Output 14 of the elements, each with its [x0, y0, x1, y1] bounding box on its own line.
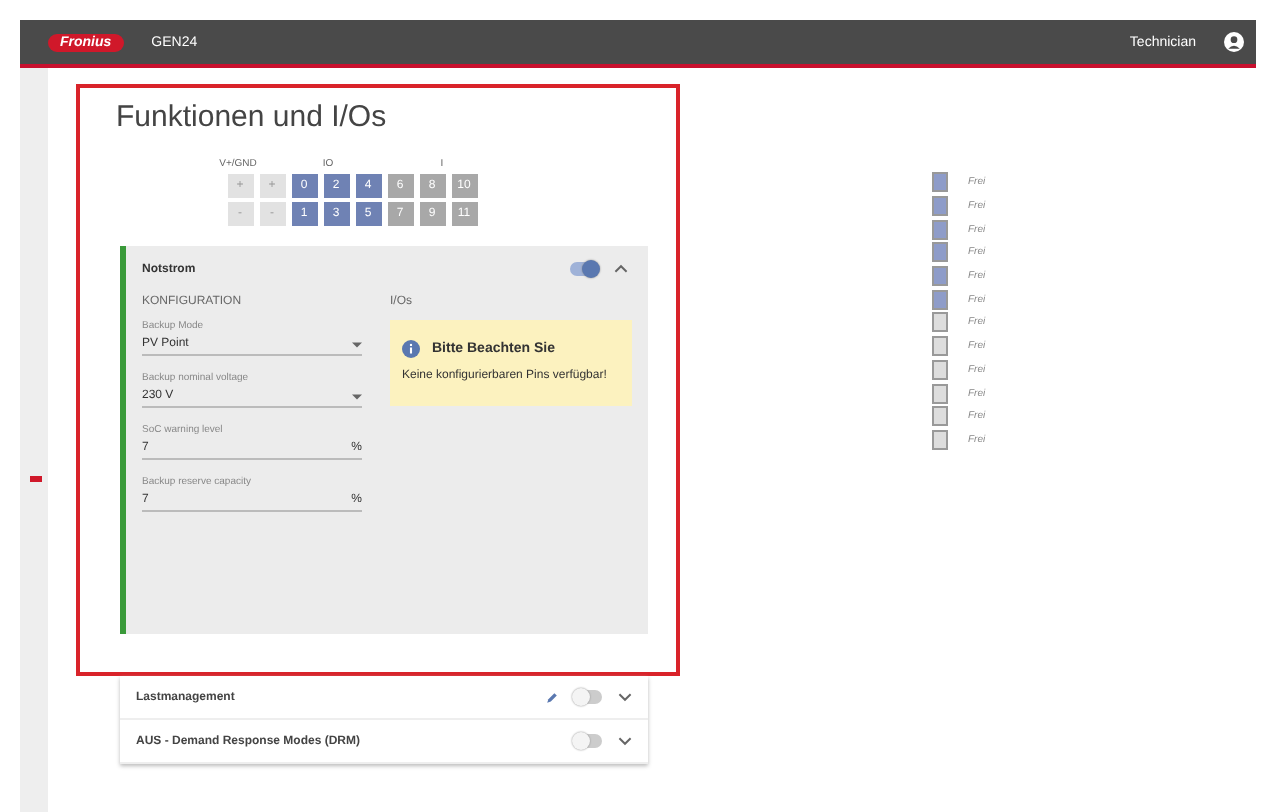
pencil-icon[interactable]: [546, 691, 558, 703]
dropdown-arrow-icon[interactable]: [352, 341, 362, 347]
chevron-icon[interactable]: [618, 736, 632, 746]
chevron-icon[interactable]: [614, 264, 628, 274]
page-title: Funktionen und I/Os: [116, 100, 389, 134]
side-marker: [30, 476, 42, 482]
chevron-icon[interactable]: [618, 692, 632, 702]
info-icon: [402, 340, 420, 358]
user-icon[interactable]: [1224, 32, 1244, 52]
toggle-switch[interactable]: [574, 734, 602, 748]
toggle-switch[interactable]: [570, 262, 598, 276]
pin-square-icon: [932, 172, 948, 193]
toggle-switch[interactable]: [574, 690, 602, 704]
dropdown-arrow-icon[interactable]: [352, 393, 362, 399]
